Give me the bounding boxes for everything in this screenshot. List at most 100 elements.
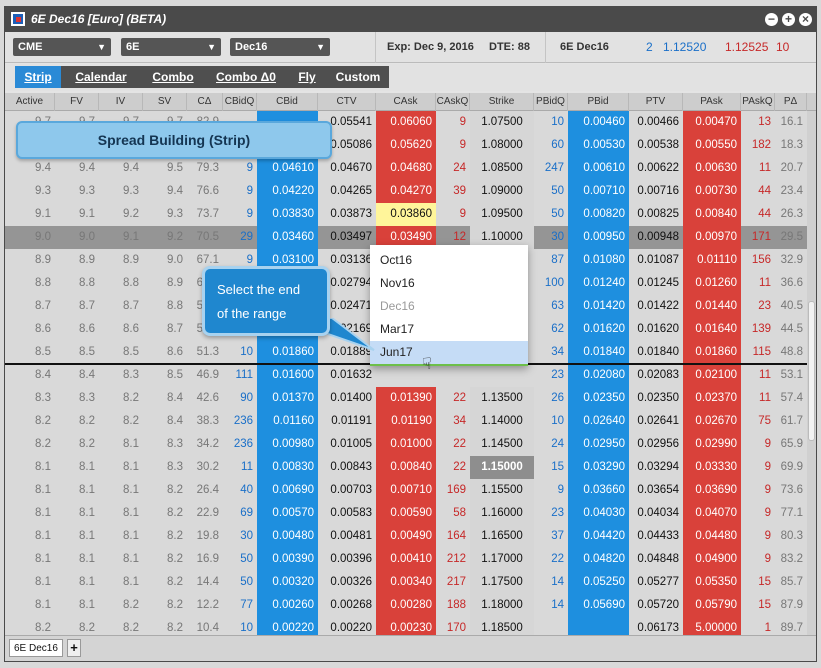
cell-pask[interactable]: 0.05350 bbox=[683, 571, 741, 594]
cell-pbid[interactable]: 0.00530 bbox=[568, 134, 629, 157]
column-header-ptv[interactable]: PTV bbox=[629, 93, 683, 111]
cell-strike[interactable]: 1.13500 bbox=[470, 387, 534, 410]
column-header-caskq[interactable]: CAskQ bbox=[436, 93, 470, 111]
cell-cbid[interactable]: 0.00320 bbox=[257, 571, 318, 594]
tab-combo-delta0[interactable]: Combo Δ0 bbox=[205, 66, 287, 88]
cell-pbid[interactable]: 0.05690 bbox=[568, 594, 629, 617]
cell-cask[interactable]: 0.00490 bbox=[376, 525, 436, 548]
cell-pask[interactable]: 0.00970 bbox=[683, 226, 741, 249]
cell-strike[interactable]: 1.15000 bbox=[470, 456, 534, 479]
scrollbar-thumb[interactable] bbox=[808, 301, 815, 441]
table-row[interactable]: 8.4 8.4 8.3 8.5 46.9 111 0.01600 0.01632 23 0.020… bbox=[5, 364, 816, 387]
tab-combo[interactable]: Combo bbox=[141, 66, 205, 88]
cell-strike[interactable]: 1.09000 bbox=[470, 180, 534, 203]
exchange-select[interactable]: CME ▼ bbox=[13, 38, 111, 56]
cell-pbid[interactable]: 0.03290 bbox=[568, 456, 629, 479]
dropdown-item-nov16[interactable]: Nov16 bbox=[370, 272, 528, 295]
cell-cbid[interactable]: 0.00830 bbox=[257, 456, 318, 479]
column-header-sv[interactable]: SV bbox=[143, 93, 187, 111]
cell-pask[interactable]: 0.00550 bbox=[683, 134, 741, 157]
table-row[interactable]: 8.1 8.1 8.1 8.2 22.9 69 0.00570 0.00583 0.00590 5… bbox=[5, 502, 816, 525]
cell-strike[interactable]: 1.09500 bbox=[470, 203, 534, 226]
cell-cbid[interactable]: 0.00220 bbox=[257, 617, 318, 635]
dropdown-item-jun17[interactable]: Jun17 bbox=[370, 341, 528, 364]
column-header-iv[interactable]: IV bbox=[99, 93, 143, 111]
table-row[interactable]: 9.3 9.3 9.3 9.4 76.6 9 0.04220 0.04265 0.04270 39… bbox=[5, 180, 816, 203]
expiry-select[interactable]: Dec16 ▼ bbox=[230, 38, 330, 56]
cell-pask[interactable]: 0.02100 bbox=[683, 364, 741, 387]
table-row[interactable]: 8.1 8.1 8.2 8.2 12.2 77 0.00260 0.00268 0.00280 1… bbox=[5, 594, 816, 617]
tab-strip[interactable]: Strip bbox=[15, 66, 61, 88]
tab-calendar[interactable]: Calendar bbox=[61, 66, 141, 88]
table-row[interactable]: 8.2 8.2 8.1 8.3 34.2 236 0.00980 0.01005 0.01000… bbox=[5, 433, 816, 456]
cell-cask[interactable]: 0.00340 bbox=[376, 571, 436, 594]
add-sheet-button[interactable]: + bbox=[67, 639, 81, 657]
cell-pask[interactable]: 0.02670 bbox=[683, 410, 741, 433]
cell-cask[interactable]: 0.05620 bbox=[376, 134, 436, 157]
cell-cask[interactable]: 0.00410 bbox=[376, 548, 436, 571]
table-row[interactable]: 8.1 8.1 8.1 8.2 19.8 30 0.00480 0.00481 0.00490 1… bbox=[5, 525, 816, 548]
cell-pbid[interactable]: 0.00820 bbox=[568, 203, 629, 226]
tab-custom[interactable]: Custom bbox=[327, 66, 389, 88]
dropdown-item-oct16[interactable]: Oct16 bbox=[370, 249, 528, 272]
column-header-pdelta[interactable]: PΔ bbox=[775, 93, 807, 111]
cell-strike[interactable]: 1.18000 bbox=[470, 594, 534, 617]
table-row[interactable]: 8.1 8.1 8.1 8.2 16.9 50 0.00390 0.00396 0.00410 2… bbox=[5, 548, 816, 571]
cell-cask[interactable]: 0.06060 bbox=[376, 111, 436, 134]
cell-strike[interactable]: 1.15500 bbox=[470, 479, 534, 502]
column-header-cbidq[interactable]: CBidQ bbox=[223, 93, 257, 111]
cell-strike[interactable]: 1.14500 bbox=[470, 433, 534, 456]
column-header-strike[interactable]: Strike bbox=[470, 93, 534, 111]
cell-pask[interactable]: 0.04480 bbox=[683, 525, 741, 548]
tab-fly[interactable]: Fly bbox=[287, 66, 327, 88]
cell-cask[interactable]: 0.00230 bbox=[376, 617, 436, 635]
cell-pask[interactable]: 0.02990 bbox=[683, 433, 741, 456]
cell-cbid[interactable]: 0.00570 bbox=[257, 502, 318, 525]
cell-cask[interactable]: 0.03860 bbox=[376, 203, 436, 226]
dropdown-item-mar17[interactable]: Mar17 bbox=[370, 318, 528, 341]
cell-cbid[interactable]: 0.00690 bbox=[257, 479, 318, 502]
cell-cask[interactable]: 0.00280 bbox=[376, 594, 436, 617]
cell-strike[interactable] bbox=[470, 364, 534, 387]
cell-pbid[interactable]: 0.02350 bbox=[568, 387, 629, 410]
column-header-paskq[interactable]: PAskQ bbox=[741, 93, 775, 111]
cell-pbid[interactable]: 0.03660 bbox=[568, 479, 629, 502]
cell-cask[interactable]: 0.01000 bbox=[376, 433, 436, 456]
cell-pbid[interactable]: 0.04420 bbox=[568, 525, 629, 548]
column-header-cdelta[interactable]: CΔ bbox=[187, 93, 223, 111]
cell-pask[interactable]: 0.03690 bbox=[683, 479, 741, 502]
cell-pask[interactable]: 0.01860 bbox=[683, 341, 741, 364]
table-row[interactable]: 9.1 9.1 9.2 9.3 73.7 9 0.03830 0.03873 0.03860 9 1… bbox=[5, 203, 816, 226]
column-header-cask[interactable]: CAsk bbox=[376, 93, 436, 111]
table-row[interactable]: 8.2 8.2 8.2 8.2 10.4 10 0.00220 0.00220 0.00230 1… bbox=[5, 617, 816, 635]
column-header-ctv[interactable]: CTV bbox=[318, 93, 376, 111]
cell-cbid[interactable]: 0.00480 bbox=[257, 525, 318, 548]
cell-pask[interactable]: 5.00000 bbox=[683, 617, 741, 635]
cell-strike[interactable]: 1.17000 bbox=[470, 548, 534, 571]
cell-pask[interactable]: 0.01260 bbox=[683, 272, 741, 295]
table-row[interactable]: 8.3 8.3 8.2 8.4 42.6 90 0.01370 0.01400 0.01390 2… bbox=[5, 387, 816, 410]
cell-pbid[interactable]: 0.05250 bbox=[568, 571, 629, 594]
cell-cbid[interactable]: 0.00260 bbox=[257, 594, 318, 617]
table-row[interactable]: 8.1 8.1 8.1 8.3 30.2 11 0.00830 0.00843 0.00840 2… bbox=[5, 456, 816, 479]
cell-pbid[interactable]: 0.01840 bbox=[568, 341, 629, 364]
cell-cbid[interactable]: 0.01160 bbox=[257, 410, 318, 433]
cell-pbid[interactable]: 0.04030 bbox=[568, 502, 629, 525]
cell-pask[interactable]: 0.02370 bbox=[683, 387, 741, 410]
cell-pbid[interactable]: 0.01240 bbox=[568, 272, 629, 295]
cell-cask[interactable]: 0.01190 bbox=[376, 410, 436, 433]
cell-pask[interactable]: 0.00730 bbox=[683, 180, 741, 203]
cell-strike[interactable]: 1.17500 bbox=[470, 571, 534, 594]
cell-cask[interactable]: 0.00840 bbox=[376, 456, 436, 479]
product-select[interactable]: 6E ▼ bbox=[121, 38, 221, 56]
maximize-icon[interactable]: + bbox=[782, 13, 795, 26]
cell-cask[interactable]: 0.00590 bbox=[376, 502, 436, 525]
column-header-fv[interactable]: FV bbox=[55, 93, 99, 111]
cell-strike[interactable]: 1.07500 bbox=[470, 111, 534, 134]
sheet-tab[interactable]: 6E Dec16 bbox=[9, 639, 63, 657]
cell-pask[interactable]: 0.01110 bbox=[683, 249, 741, 272]
cell-cbid[interactable]: 0.04610 bbox=[257, 157, 318, 180]
table-row[interactable]: 8.2 8.2 8.2 8.4 38.3 236 0.01160 0.01191 0.01190… bbox=[5, 410, 816, 433]
cell-strike[interactable]: 1.18500 bbox=[470, 617, 534, 635]
cell-pbid[interactable]: 0.02640 bbox=[568, 410, 629, 433]
